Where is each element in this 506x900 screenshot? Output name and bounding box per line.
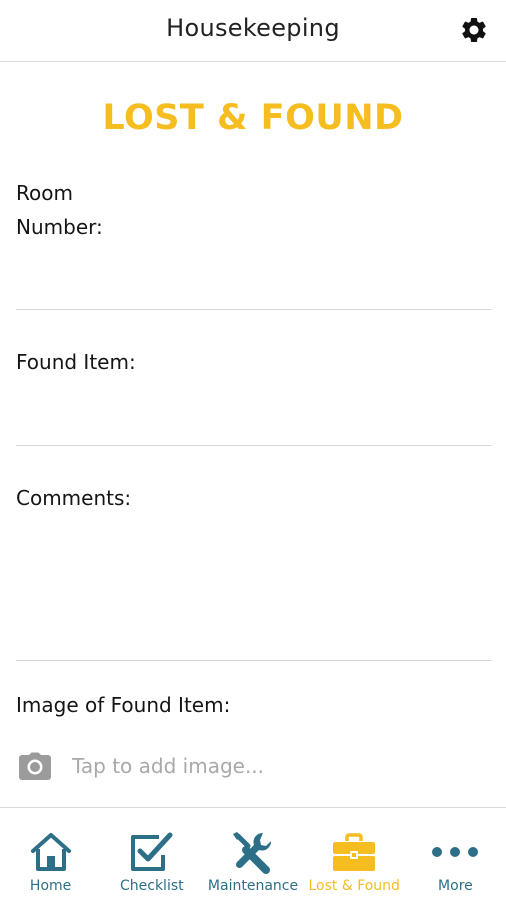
tab-checklist-label: Checklist xyxy=(119,878,184,894)
tab-maintenance[interactable]: Maintenance xyxy=(202,808,303,900)
room-number-input[interactable] xyxy=(16,244,491,310)
comments-label: Comments: xyxy=(16,486,132,510)
tab-more-label: More xyxy=(438,878,473,894)
app-header: Housekeeping xyxy=(0,0,506,62)
briefcase-icon xyxy=(331,830,377,874)
more-icon xyxy=(430,830,480,874)
comments-field: Comments: xyxy=(16,481,491,661)
tools-icon xyxy=(230,830,276,874)
comments-input[interactable] xyxy=(16,515,491,661)
image-label: Image of Found Item: xyxy=(16,693,231,717)
header-title: Housekeeping xyxy=(166,13,340,42)
tab-more[interactable]: More xyxy=(405,808,506,900)
found-item-field: Found Item: xyxy=(16,345,491,446)
found-item-input[interactable] xyxy=(16,379,491,446)
settings-button[interactable] xyxy=(458,14,490,46)
tab-lost-found-label: Lost & Found xyxy=(308,878,400,894)
add-image-button[interactable]: Tap to add image... xyxy=(18,744,488,788)
tab-maintenance-label: Maintenance xyxy=(207,878,299,894)
checklist-icon xyxy=(129,830,175,874)
tab-lost-found[interactable]: Lost & Found xyxy=(304,808,405,900)
bottom-tab-bar: Home Checklist Maintenance Lost & Found … xyxy=(0,807,506,900)
tab-checklist[interactable]: Checklist xyxy=(101,808,202,900)
tab-home-label: Home xyxy=(29,878,72,894)
gear-icon xyxy=(462,17,486,42)
tab-home[interactable]: Home xyxy=(0,808,101,900)
add-image-placeholder: Tap to add image... xyxy=(72,754,265,778)
camera-icon xyxy=(19,752,51,780)
home-icon xyxy=(29,830,73,874)
found-item-label: Found Item: xyxy=(16,350,136,374)
page-title: LOST & FOUND xyxy=(102,98,404,138)
room-number-label: Room Number: xyxy=(16,181,103,239)
room-number-field: Room Number: xyxy=(16,176,491,310)
